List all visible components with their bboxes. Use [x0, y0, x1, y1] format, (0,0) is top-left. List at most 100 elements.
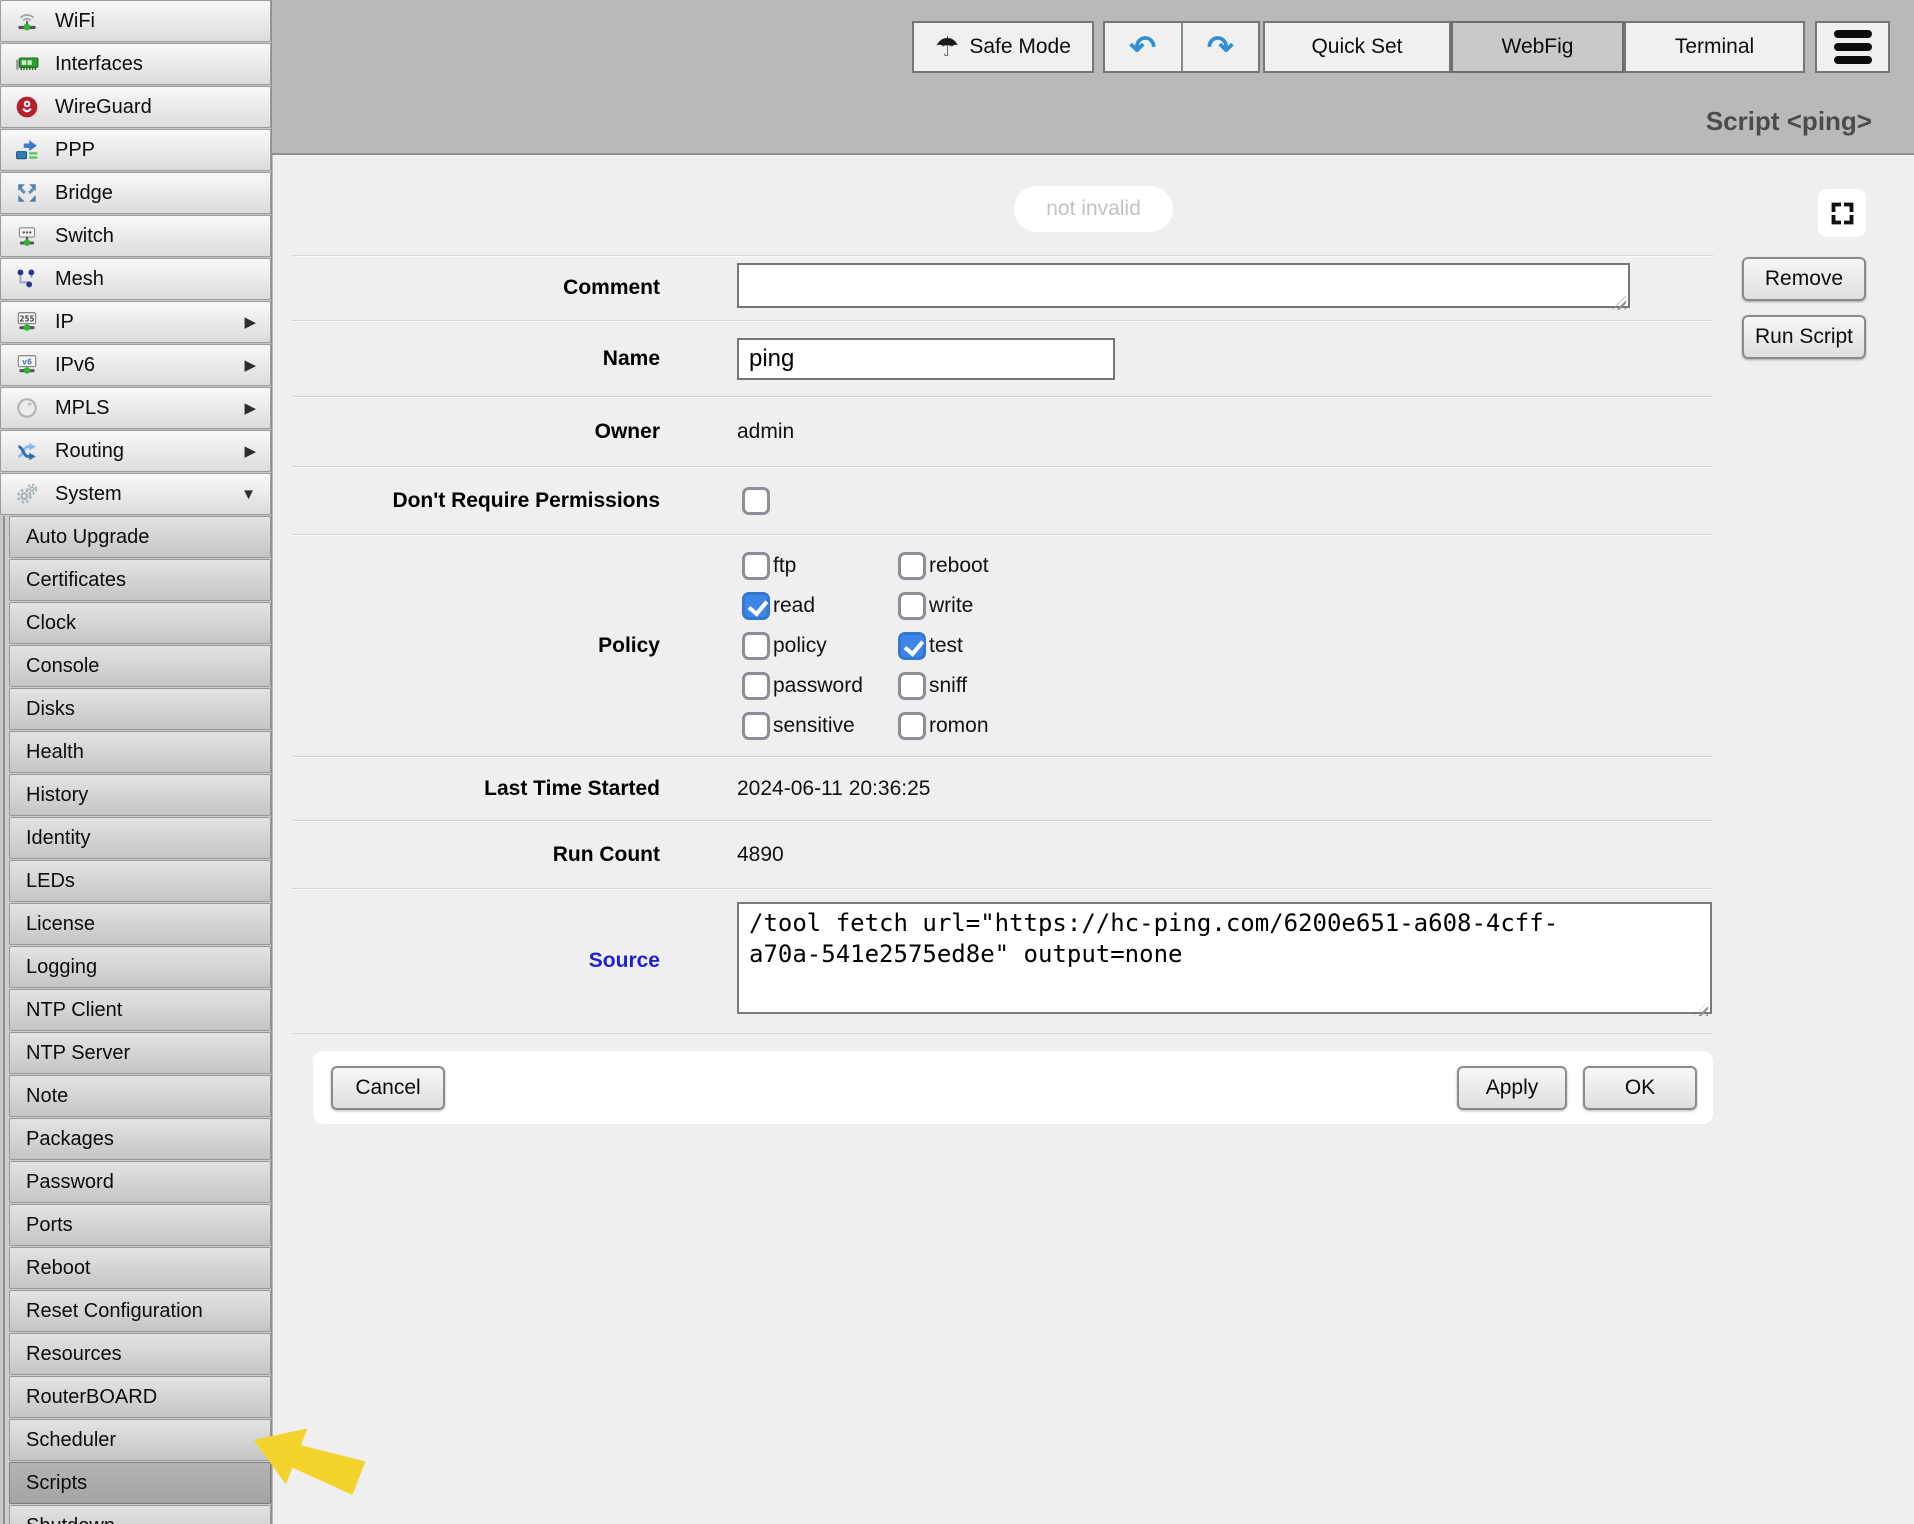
sidebar-item-label: System	[55, 483, 122, 506]
svg-text:v6: v6	[22, 357, 32, 367]
tab-terminal[interactable]: Terminal	[1624, 21, 1805, 73]
policy-checkbox-sniff[interactable]	[898, 672, 926, 700]
policy-label: Policy	[293, 634, 660, 658]
comment-label: Comment	[293, 276, 660, 300]
sidebar-item-label: Mesh	[55, 268, 104, 291]
sidebar-item-scheduler[interactable]: Scheduler	[9, 1419, 271, 1461]
sidebar-item-auto-upgrade[interactable]: Auto Upgrade	[9, 516, 271, 558]
policy-column-1: ftpreadpolicypasswordsensitive	[737, 549, 893, 742]
source-input[interactable]	[737, 902, 1712, 1014]
safe-mode-button[interactable]: ☂ Safe Mode	[912, 21, 1094, 73]
sidebar-item-mesh[interactable]: Mesh	[0, 258, 271, 300]
remove-button[interactable]: Remove	[1742, 257, 1866, 301]
sidebar-item-resources[interactable]: Resources	[9, 1333, 271, 1375]
cancel-button[interactable]: Cancel	[331, 1066, 445, 1110]
policy-checkbox-reboot[interactable]	[898, 552, 926, 580]
policy-checkbox-romon[interactable]	[898, 712, 926, 740]
policy-column-2: rebootwritetestsniffromon	[893, 549, 989, 742]
sidebar-item-history[interactable]: History	[9, 774, 271, 816]
apply-button[interactable]: Apply	[1457, 1066, 1567, 1110]
name-label: Name	[293, 347, 660, 371]
menu-button[interactable]	[1815, 21, 1890, 73]
sidebar-item-reset-configuration[interactable]: Reset Configuration	[9, 1290, 271, 1332]
chevron-right-icon: ▶	[244, 399, 264, 417]
sidebar-item-reboot[interactable]: Reboot	[9, 1247, 271, 1289]
sidebar-item-system[interactable]: System ▼	[0, 473, 271, 515]
script-form: Comment Name Owner admin Don't Require P…	[293, 255, 1713, 1034]
policy-checkbox-write[interactable]	[898, 592, 926, 620]
run-count-label: Run Count	[293, 843, 660, 867]
fullscreen-button[interactable]	[1818, 189, 1866, 237]
undo-redo-group: ↶ ↷	[1103, 21, 1260, 73]
dont-require-permissions-row: Don't Require Permissions	[293, 466, 1713, 534]
sidebar-item-mpls[interactable]: MPLS ▶	[0, 387, 271, 429]
svg-text:255: 255	[20, 314, 35, 324]
policy-checkbox-sensitive[interactable]	[742, 712, 770, 740]
sidebar-item-ntp-server[interactable]: NTP Server	[9, 1032, 271, 1074]
run-script-button[interactable]: Run Script	[1742, 315, 1866, 359]
sidebar-item-label: WiFi	[55, 10, 95, 33]
sidebar-item-leds[interactable]: LEDs	[9, 860, 271, 902]
sidebar-item-label: Resources	[26, 1343, 122, 1366]
policy-checkbox-password[interactable]	[742, 672, 770, 700]
sidebar-item-logging[interactable]: Logging	[9, 946, 271, 988]
sidebar-item-ntp-client[interactable]: NTP Client	[9, 989, 271, 1031]
policy-checkbox-ftp[interactable]	[742, 552, 770, 580]
sidebar-item-interfaces[interactable]: Interfaces	[0, 43, 271, 85]
sidebar-item-certificates[interactable]: Certificates	[9, 559, 271, 601]
name-input[interactable]	[737, 338, 1115, 380]
sidebar-item-license[interactable]: License	[9, 903, 271, 945]
name-row: Name	[293, 320, 1713, 396]
dont-require-permissions-checkbox[interactable]	[742, 487, 770, 515]
redo-button[interactable]: ↷	[1181, 23, 1259, 71]
sidebar-item-label: Shutdown	[26, 1515, 115, 1524]
policy-checkbox-test[interactable]	[898, 632, 926, 660]
policy-checkbox-label: sensitive	[773, 714, 855, 738]
sidebar-item-disks[interactable]: Disks	[9, 688, 271, 730]
sidebar-item-routing[interactable]: Routing▶	[0, 430, 271, 472]
sidebar-item-switch[interactable]: Switch	[0, 215, 271, 257]
chevron-right-icon: ▶	[244, 313, 264, 331]
sidebar-item-note[interactable]: Note	[9, 1075, 271, 1117]
sidebar-item-label: Scripts	[26, 1472, 87, 1495]
sidebar-item-console[interactable]: Console	[9, 645, 271, 687]
sidebar-item-bridge[interactable]: Bridge	[0, 172, 271, 214]
sidebar-item-label: Note	[26, 1085, 68, 1108]
system-icon	[15, 482, 39, 506]
sidebar-item-scripts[interactable]: Scripts	[9, 1462, 271, 1504]
sidebar-item-label: IP	[55, 311, 74, 334]
policy-checkbox-read[interactable]	[742, 592, 770, 620]
sidebar-item-identity[interactable]: Identity	[9, 817, 271, 859]
sidebar-item-health[interactable]: Health	[9, 731, 271, 773]
sidebar-item-ipv6[interactable]: v6IPv6▶	[0, 344, 271, 386]
comment-input[interactable]	[737, 263, 1630, 308]
sidebar-item-shutdown[interactable]: Shutdown	[9, 1505, 271, 1524]
ip-icon: 255	[15, 310, 39, 334]
sidebar-item-label: Password	[26, 1171, 114, 1194]
mpls-icon	[15, 396, 39, 420]
sidebar-item-wireguard[interactable]: WireGuard	[0, 86, 271, 128]
run-count-row: Run Count 4890	[293, 820, 1713, 888]
tab-quick-set[interactable]: Quick Set	[1263, 21, 1451, 73]
routing-icon	[15, 439, 39, 463]
chevron-right-icon: ▶	[244, 356, 264, 374]
undo-button[interactable]: ↶	[1105, 23, 1181, 71]
sidebar-item-clock[interactable]: Clock	[9, 602, 271, 644]
sidebar-item-routerboard[interactable]: RouterBOARD	[9, 1376, 271, 1418]
sidebar-item-label: MPLS	[55, 397, 109, 420]
sidebar-item-packages[interactable]: Packages	[9, 1118, 271, 1160]
policy-checkbox-policy[interactable]	[742, 632, 770, 660]
last-time-started-value: 2024-06-11 20:36:25	[737, 777, 930, 801]
policy-option-ftp: ftp	[737, 549, 893, 582]
chevron-down-icon: ▼	[241, 486, 264, 503]
sidebar-item-ip[interactable]: 255 IP ▶	[0, 301, 271, 343]
sidebar-item-ppp[interactable]: PPP	[0, 129, 271, 171]
ok-button[interactable]: OK	[1583, 1066, 1697, 1110]
sidebar-item-wifi[interactable]: WiFi	[0, 0, 271, 42]
sidebar-system-submenu: Auto UpgradeCertificatesClockConsoleDisk…	[3, 516, 271, 1524]
sidebar-item-label: Reboot	[26, 1257, 91, 1280]
sidebar-item-ports[interactable]: Ports	[9, 1204, 271, 1246]
tab-webfig[interactable]: WebFig	[1451, 21, 1624, 73]
sidebar-item-label: Interfaces	[55, 53, 143, 76]
sidebar-item-password[interactable]: Password	[9, 1161, 271, 1203]
